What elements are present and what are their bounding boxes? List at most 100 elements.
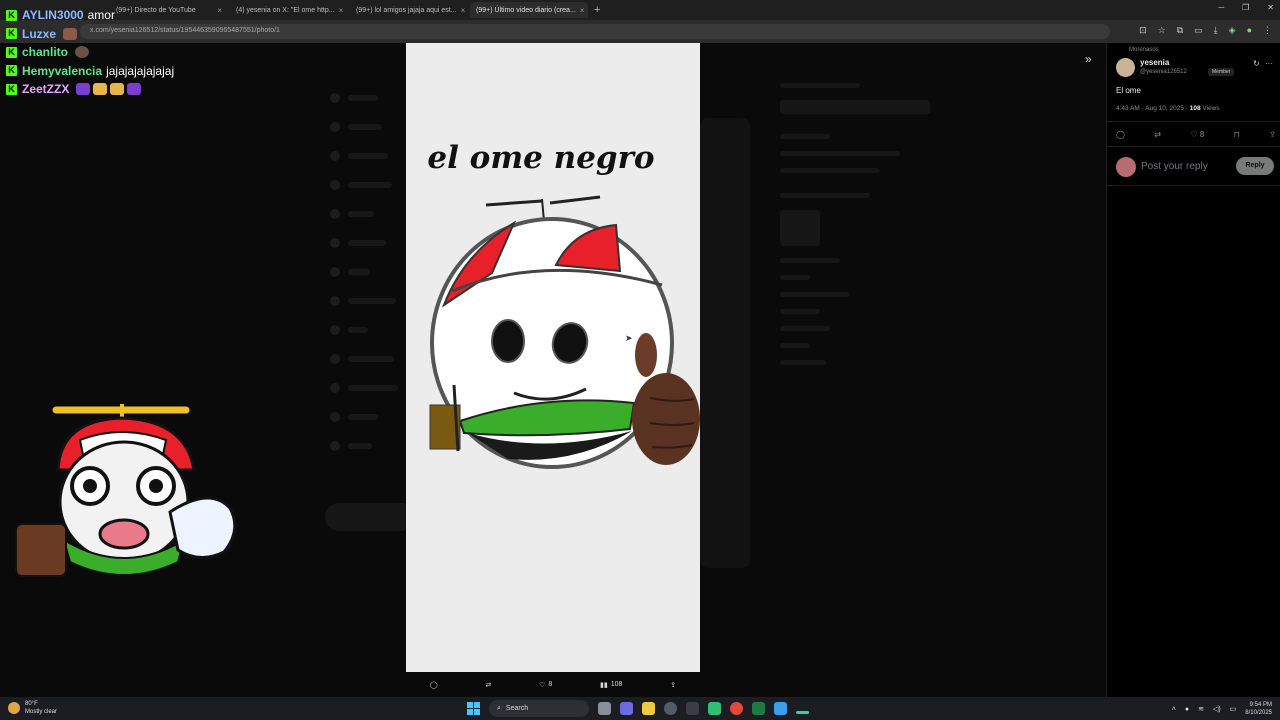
app-icon[interactable]: [708, 702, 721, 715]
chat-emote-icon: [75, 46, 90, 59]
teams-icon[interactable]: [620, 702, 633, 715]
browser-tab-active[interactable]: (99+) Último video diario (crea... ×: [470, 2, 588, 18]
maximize-icon[interactable]: ❐: [1242, 3, 1249, 12]
file-explorer-icon[interactable]: [642, 702, 655, 715]
microphone-icon[interactable]: ●: [1185, 706, 1189, 713]
post-meta: 4:43 AM · Aug 10, 2025 · 108 Views: [1116, 105, 1220, 112]
author-handle[interactable]: @yesenia126512: [1140, 69, 1187, 75]
chat-username: AYLIN3000: [22, 8, 84, 23]
chat-message: K Hemyvalencia jajajajajajajaj: [6, 62, 266, 81]
author-avatar[interactable]: [1116, 58, 1135, 77]
collapse-panel-icon[interactable]: »: [1085, 52, 1092, 66]
chat-emote-icon: [63, 27, 78, 40]
weather-condition: Mostly clear: [25, 709, 58, 715]
sidepanel-icon[interactable]: ▭: [1194, 25, 1203, 36]
close-tab-icon[interactable]: ×: [339, 6, 344, 15]
viewer-action-bar: ◯ ⇄ ♡ 8 ▮▮ 108 ⇪: [406, 672, 700, 697]
member-badge: Member: [1208, 68, 1235, 76]
stream-chat-overlay: K AYLIN3000 amor K Luzxe K chanlito K He…: [6, 6, 266, 99]
community-label[interactable]: Morenasos: [1129, 47, 1159, 53]
weather-moon-icon: [8, 702, 20, 714]
chat-emote-icon: [110, 83, 125, 96]
chat-text: amor: [87, 8, 115, 23]
search-icon: ⌕: [497, 704, 501, 712]
chrome-icon[interactable]: [730, 702, 743, 715]
streamer-mascot-image: [15, 404, 237, 577]
reply-button[interactable]: Reply: [1236, 157, 1274, 175]
refresh-icon[interactable]: ↻: [1253, 59, 1260, 68]
weather-temperature: 80°F: [25, 701, 38, 707]
battery-icon[interactable]: ▭: [1230, 705, 1237, 713]
author-name[interactable]: yesenia: [1140, 58, 1169, 67]
viewer-repost-icon[interactable]: ⇄: [485, 681, 491, 689]
extension-icon[interactable]: ◈: [1229, 25, 1236, 36]
kick-badge-icon: K: [6, 83, 17, 95]
excel-icon[interactable]: [752, 702, 765, 715]
kick-badge-icon: K: [6, 46, 17, 58]
menu-icon[interactable]: ⋮: [1263, 25, 1272, 36]
bookmark-star-icon[interactable]: ☆: [1158, 25, 1166, 36]
reply-icon[interactable]: ◯: [1116, 130, 1125, 139]
chat-message: K AYLIN3000 amor: [6, 6, 266, 25]
download-icon[interactable]: ⤓: [1214, 25, 1218, 36]
extensions-icon[interactable]: ⧉: [1177, 25, 1183, 36]
post-text: El ome: [1116, 86, 1141, 95]
repost-icon[interactable]: ⇄: [1154, 130, 1161, 139]
taskbar-clock[interactable]: 9:54 PM 8/10/2025: [1245, 701, 1272, 717]
profile-icon[interactable]: ●: [1247, 25, 1252, 36]
close-tab-icon[interactable]: ×: [580, 6, 585, 15]
chat-username: Hemyvalencia: [22, 63, 103, 78]
viewer-share-icon[interactable]: ⇪: [670, 681, 676, 689]
chat-message: K chanlito: [6, 43, 266, 62]
close-tab-icon[interactable]: ×: [461, 6, 466, 15]
chat-message: K Luzxe: [6, 25, 266, 44]
chat-username: chanlito: [22, 45, 69, 60]
chat-emote-icon: [93, 83, 108, 96]
app-icon[interactable]: [796, 711, 809, 714]
wifi-icon[interactable]: ≋: [1198, 705, 1204, 713]
chat-message: K ZeetZZX: [6, 80, 266, 99]
weather-widget[interactable]: 80°F Mostly clear: [8, 700, 57, 716]
reply-input[interactable]: Post your reply: [1141, 161, 1208, 172]
browser-tab[interactable]: (99+) lol amigos jajaja aqui est... ×: [350, 2, 468, 18]
more-options-icon[interactable]: ···: [1265, 59, 1273, 68]
kick-badge-icon: K: [6, 9, 17, 21]
chat-emote-icon: [76, 83, 91, 96]
system-tray: ˄ ● ≋ ◁) ▭ 9:54 PM 8/10/2025: [1172, 701, 1272, 717]
tray-chevron-icon[interactable]: ˄: [1172, 706, 1176, 713]
chat-text: jajajajajajajaj: [106, 63, 175, 78]
ghost-post-button: [325, 503, 415, 531]
viewer-reply-icon[interactable]: ◯: [430, 681, 438, 689]
taskbar-search[interactable]: ⌕ Search: [489, 700, 589, 717]
app-icon[interactable]: [774, 702, 787, 715]
volume-icon[interactable]: ◁): [1213, 705, 1221, 713]
current-user-avatar: [1116, 157, 1136, 177]
app-icon[interactable]: [686, 702, 699, 715]
close-window-icon[interactable]: ✕: [1267, 3, 1274, 12]
start-windows-icon[interactable]: [467, 702, 480, 715]
app-icon[interactable]: [664, 702, 677, 715]
chat-username: Luzxe: [22, 26, 57, 41]
minimize-icon[interactable]: ─: [1218, 3, 1224, 12]
viewer-like-button[interactable]: ♡ 8: [539, 681, 552, 689]
viewer-views[interactable]: ▮▮ 108: [600, 681, 622, 689]
windows-taskbar: 80°F Mostly clear ⌕ Search ˄ ● ≋ ◁) ▭ 9:…: [0, 697, 1280, 720]
chat-username: ZeetZZX: [22, 82, 70, 97]
ghost-sidebar: [330, 83, 410, 460]
meme-character-image: [429, 195, 700, 469]
mouse-cursor-icon: ➤: [625, 333, 633, 343]
install-icon[interactable]: ⊡: [1139, 25, 1147, 36]
ghost-right-column: [780, 83, 970, 377]
post-actions: ◯ ⇄ ♡ 8 ⊓ ⇪: [1116, 130, 1276, 139]
like-count: 8: [1199, 130, 1205, 139]
new-tab-icon[interactable]: +: [594, 4, 600, 16]
like-button[interactable]: ♡ 8: [1190, 130, 1204, 139]
chat-emote-icon: [127, 83, 142, 96]
bookmark-icon[interactable]: ⊓: [1234, 130, 1240, 139]
image-viewer: el ome negro: [406, 43, 700, 672]
kick-badge-icon: K: [6, 28, 17, 40]
task-view-icon[interactable]: [598, 702, 611, 715]
kick-badge-icon: K: [6, 65, 17, 77]
share-icon[interactable]: ⇪: [1269, 130, 1276, 139]
post-detail-panel: Morenasos yesenia @yesenia126512 Member …: [1106, 43, 1280, 697]
